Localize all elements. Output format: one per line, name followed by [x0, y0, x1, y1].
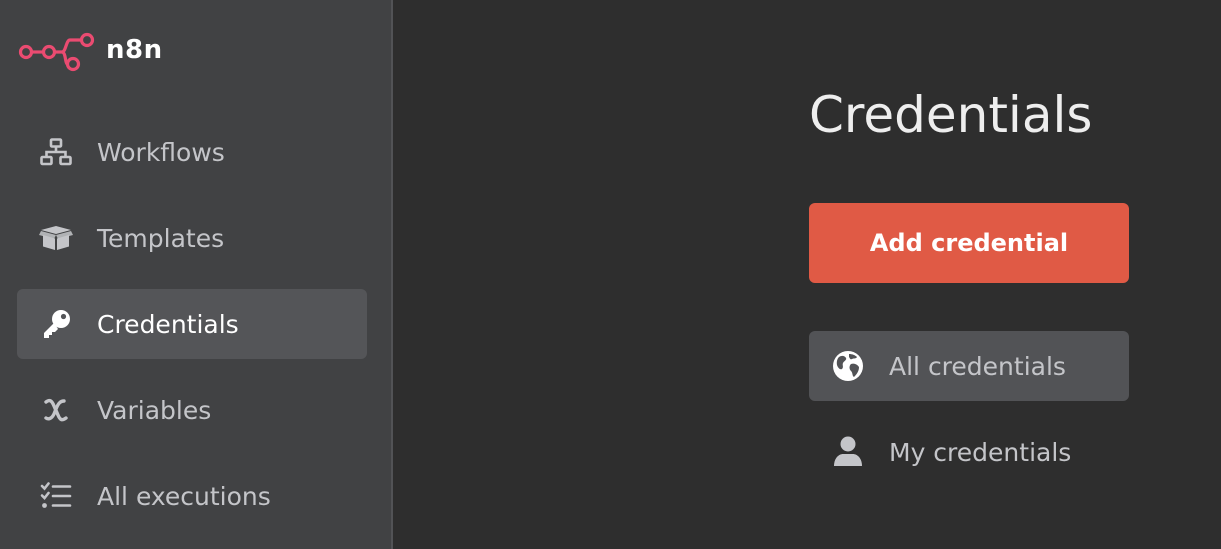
globe-icon [831, 349, 865, 383]
templates-box-icon [39, 221, 73, 255]
workflows-icon [39, 135, 73, 169]
filter-all-credentials[interactable]: All credentials [809, 331, 1129, 401]
credential-filter-list: All credentials My credentials [809, 331, 1129, 503]
sidebar-item-workflows[interactable]: Workflows [17, 117, 367, 187]
filter-label: All credentials [889, 351, 1066, 381]
main-content: Credentials Add credential All credentia… [393, 0, 1221, 549]
sidebar-item-all-executions[interactable]: All executions [17, 461, 367, 531]
filter-label: My credentials [889, 437, 1072, 467]
app-window: n8n Workflows Templates Credentials Vari… [0, 0, 1221, 549]
key-icon [39, 307, 73, 341]
executions-list-icon [39, 479, 73, 513]
sidebar-item-templates[interactable]: Templates [17, 203, 367, 273]
n8n-logo-icon [18, 32, 95, 72]
sidebar-item-credentials[interactable]: Credentials [17, 289, 367, 359]
page-title: Credentials [809, 86, 1093, 144]
sidebar-item-label: Templates [97, 223, 225, 253]
brand-name: n8n [106, 35, 163, 65]
sidebar-item-label: Variables [97, 395, 212, 425]
filter-my-credentials[interactable]: My credentials [809, 417, 1129, 487]
sidebar-nav: Workflows Templates Credentials Variable… [17, 117, 367, 547]
sidebar-item-variables[interactable]: Variables [17, 375, 367, 445]
logo[interactable]: n8n [18, 28, 163, 72]
user-icon [831, 435, 865, 469]
add-credential-button[interactable]: Add credential [809, 203, 1129, 283]
sidebar-item-label: Workflows [97, 137, 225, 167]
variables-icon [39, 393, 73, 427]
sidebar: n8n Workflows Templates Credentials Vari… [0, 0, 393, 549]
sidebar-item-label: All executions [97, 481, 271, 511]
sidebar-item-label: Credentials [97, 309, 239, 339]
